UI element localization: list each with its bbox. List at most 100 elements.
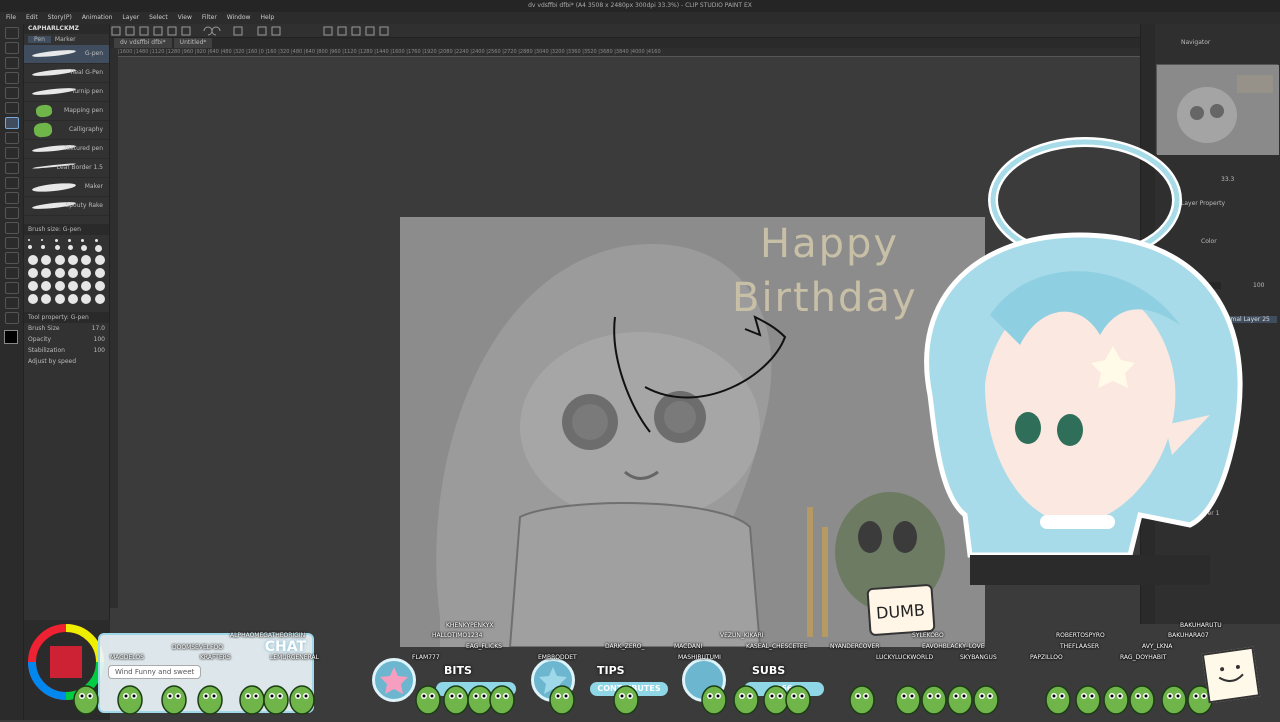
adjust-by-speed-checkbox[interactable]: Adjust by speed [28, 358, 76, 365]
menu-layer[interactable]: Layer [122, 12, 139, 24]
brush-size-dot[interactable] [81, 268, 92, 278]
brush-size-dot[interactable] [54, 245, 60, 250]
brush-mapping-pen[interactable]: Mapping pen [24, 102, 109, 121]
canvas-text-happy: Happy [760, 221, 900, 267]
username: LEMURGENERAL [270, 654, 319, 661]
tab-document-2[interactable]: Untitled* [173, 38, 213, 48]
text-tool-icon[interactable] [5, 282, 19, 294]
correct-line-tool-icon[interactable] [5, 312, 19, 324]
brush-size-dot[interactable] [28, 245, 32, 249]
menu-select[interactable]: Select [149, 12, 168, 24]
brush-size-dot[interactable] [28, 239, 30, 241]
command-bar [0, 24, 1160, 38]
pencil-tool-icon[interactable] [5, 132, 19, 144]
subtool-tab-pen[interactable]: Pen [28, 36, 51, 43]
pen-tool-icon[interactable] [5, 117, 19, 129]
brush-g-pen[interactable]: G-pen [24, 45, 109, 64]
brush-size-dot[interactable] [54, 281, 65, 291]
brush-size-dot[interactable] [94, 255, 105, 265]
green-mascot-emote [160, 678, 188, 720]
brush-size-dot[interactable] [54, 268, 65, 278]
brush-size-dot[interactable] [67, 255, 78, 265]
brush-size-dot[interactable] [41, 245, 46, 249]
airbrush-tool-icon[interactable] [5, 162, 19, 174]
brush-textured-pen[interactable]: Textured pen [24, 140, 109, 159]
menu-animation[interactable]: Animation [82, 12, 113, 24]
zoom-tool-icon[interactable] [5, 27, 19, 39]
tab-document-1[interactable]: dv vdsffbi dfbi* [114, 38, 172, 48]
brush-size-dot[interactable] [67, 268, 78, 278]
menu-view[interactable]: View [178, 12, 192, 24]
brush-label: Textured pen [64, 145, 103, 152]
brush-size-dot[interactable] [67, 281, 78, 291]
brush-real-g-pen[interactable]: Real G-Pen [24, 64, 109, 83]
drawing-canvas[interactable]: Happy Birthday [400, 217, 985, 647]
brush-size-dot[interactable] [81, 245, 88, 251]
main-color-swatch[interactable] [4, 330, 18, 344]
green-mascot-emote [262, 678, 290, 720]
brush-size-dot[interactable] [81, 255, 92, 265]
eyedropper-tool-icon[interactable] [5, 102, 19, 114]
brush-size-dot[interactable] [54, 239, 58, 242]
selection-tool-icon[interactable] [5, 72, 19, 84]
menu-story[interactable]: Story(P) [48, 12, 72, 24]
brush-calligraphy[interactable]: Calligraphy [24, 121, 109, 140]
brush-size-dot[interactable] [41, 268, 52, 278]
fill-tool-icon[interactable] [5, 207, 19, 219]
brush-size-dot[interactable] [94, 245, 102, 252]
balloon-tool-icon[interactable] [5, 297, 19, 309]
gradient-tool-icon[interactable] [5, 222, 19, 234]
brush-leaf-border[interactable]: Leaf Border 1.5 [24, 159, 109, 178]
username: SYLEKOBO [912, 632, 944, 639]
menu-window[interactable]: Window [227, 12, 251, 24]
figure-tool-icon[interactable] [5, 237, 19, 249]
brush-size-dot[interactable] [67, 239, 71, 242]
green-mascot-emote [1128, 678, 1156, 720]
move-tool-icon[interactable] [5, 42, 19, 54]
brush-size-dot[interactable] [54, 255, 65, 265]
brush-size-dot[interactable] [94, 294, 105, 304]
brush-tool-icon[interactable] [5, 147, 19, 159]
brush-turnip-pen[interactable]: Turnip pen [24, 83, 109, 102]
brush-size-dot[interactable] [81, 294, 92, 304]
menu-help[interactable]: Help [260, 12, 274, 24]
chat-message: Wind Funny and sweet [108, 665, 202, 679]
green-mascot-emote [196, 678, 224, 720]
brush-size-dot[interactable] [94, 268, 105, 278]
brush-size-dot[interactable] [67, 294, 78, 304]
brush-size-dot[interactable] [28, 268, 38, 278]
brush-size-dot[interactable] [94, 239, 98, 242]
brush-spouty-rake[interactable]: Spouty Rake [24, 197, 109, 216]
subtool-tab-marker[interactable]: Marker [55, 36, 76, 43]
brush-size-dot[interactable] [41, 294, 52, 304]
menu-file[interactable]: File [6, 12, 16, 24]
brush-size-value[interactable]: 17.0 [92, 325, 105, 332]
brush-size-dot[interactable] [41, 239, 44, 241]
username: DARK_ZERO_ [605, 643, 645, 650]
brush-size-dot[interactable] [67, 245, 73, 250]
menu-filter[interactable]: Filter [202, 12, 217, 24]
stabilization-value[interactable]: 100 [94, 347, 105, 354]
ruler-tool-icon[interactable] [5, 267, 19, 279]
eraser-tool-icon[interactable] [5, 177, 19, 189]
menu-edit[interactable]: Edit [26, 12, 38, 24]
brush-size-dot[interactable] [81, 239, 85, 242]
frame-tool-icon[interactable] [5, 252, 19, 264]
brush-size-dot[interactable] [54, 294, 65, 304]
brush-size-dot[interactable] [41, 255, 52, 265]
auto-select-tool-icon[interactable] [5, 87, 19, 99]
operation-tool-icon[interactable] [5, 57, 19, 69]
brush-size-dot[interactable] [81, 281, 92, 291]
blend-tool-icon[interactable] [5, 192, 19, 204]
brush-size-dot[interactable] [28, 281, 38, 291]
username: LUCKYLUCKWORLD [876, 654, 934, 661]
brush-maker[interactable]: Maker [24, 178, 109, 197]
brush-size-dot[interactable] [94, 281, 105, 291]
brush-size-dot[interactable] [28, 294, 38, 304]
opacity-value[interactable]: 100 [94, 336, 105, 343]
bits-star-badge [372, 658, 416, 702]
dumb-sign-text: DUMB [875, 600, 926, 623]
brush-size-dot[interactable] [28, 255, 38, 265]
username: THEFLAASER [1060, 643, 1100, 650]
brush-size-dot[interactable] [41, 281, 52, 291]
